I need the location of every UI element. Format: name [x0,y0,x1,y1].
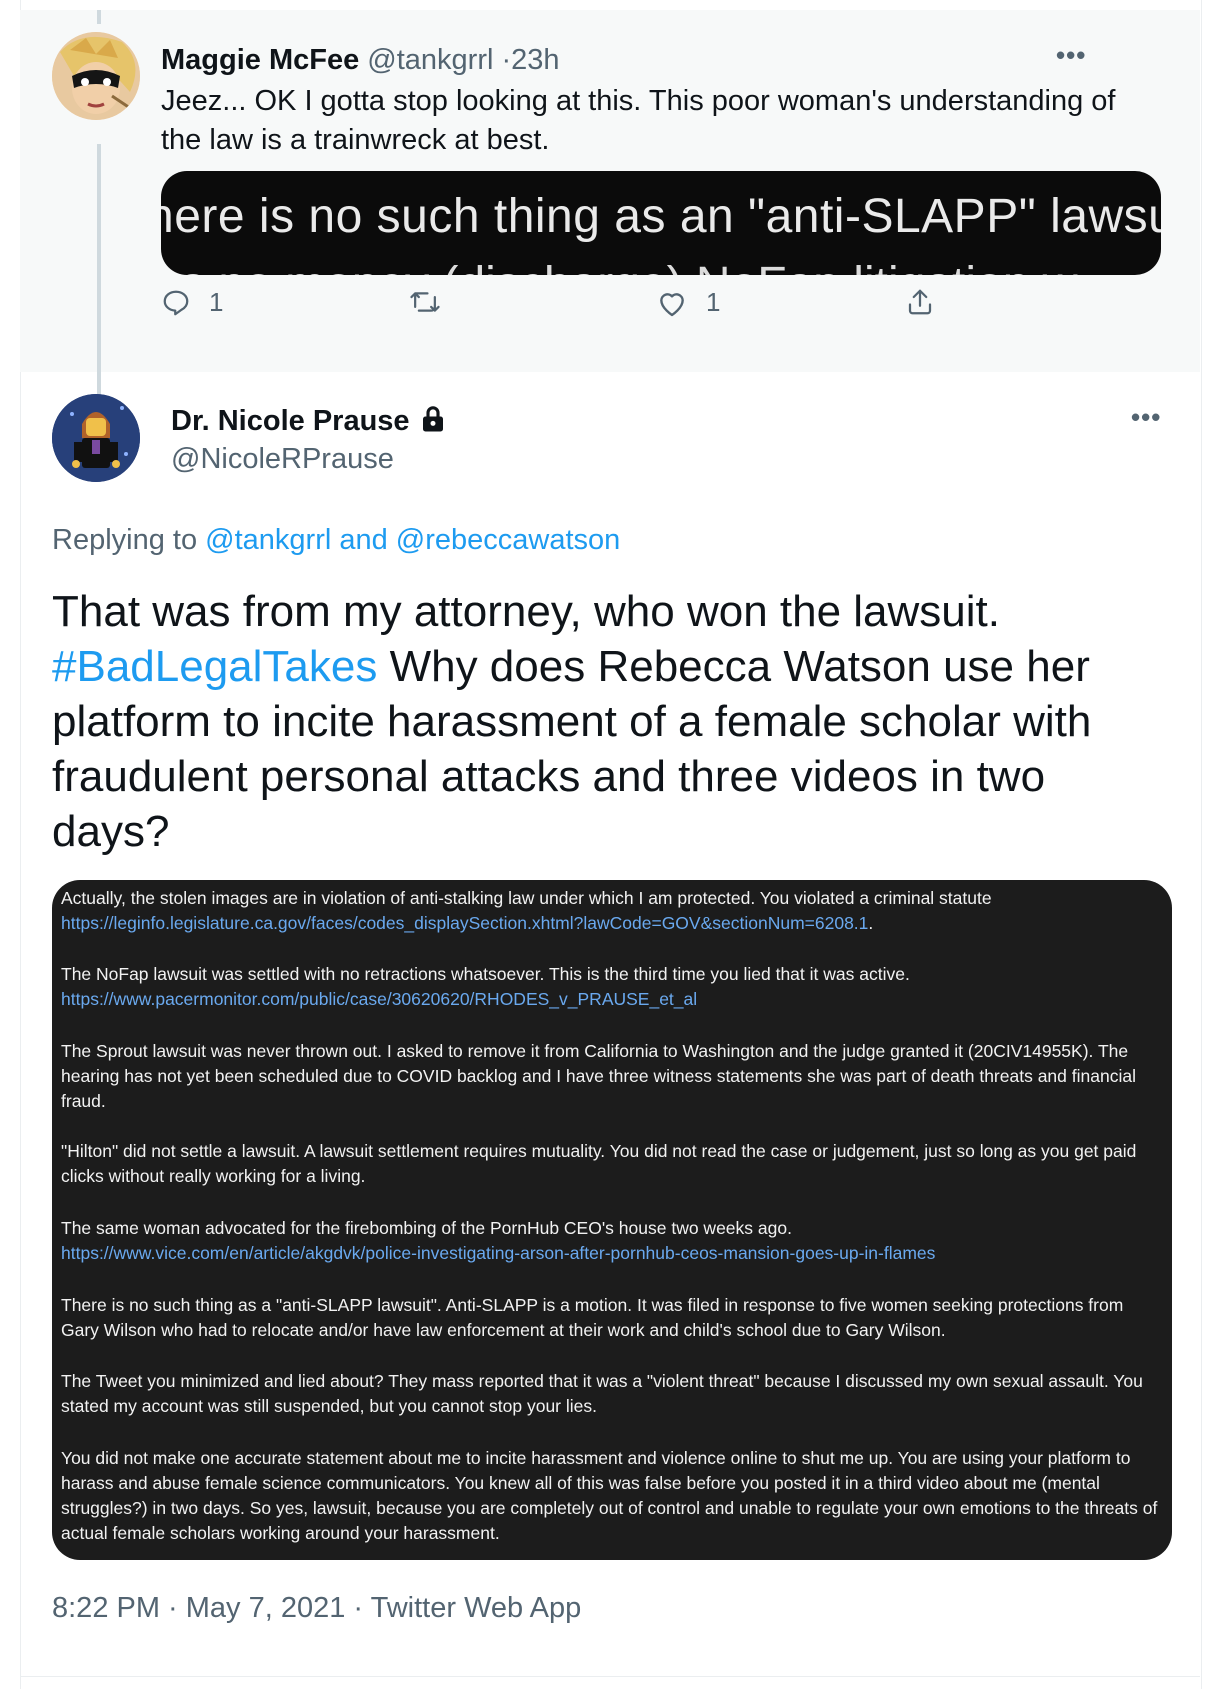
more-icon[interactable]: ••• [1056,40,1086,71]
tweet-text: Jeez... OK I gotta stop looking at this.… [161,85,1116,156]
image-text-cut: s no money (discharge) NoFap litigation … [181,257,1077,275]
tweet-text-part1: That was from my attorney, who won the l… [52,587,1000,636]
hashtag-badlegaltakes[interactable]: #BadLegalTakes [52,642,377,691]
lock-icon [422,406,443,432]
screenshot-paragraph-4: "Hilton" did not settle a lawsuit. A law… [61,1141,1137,1186]
p5-text: The same woman advocated for the firebom… [61,1218,792,1238]
screenshot-paragraph-7: The Tweet you minimized and lied about? … [61,1371,1143,1416]
p1-url[interactable]: https://leginfo.legislature.ca.gov/faces… [61,913,868,933]
retweet-button[interactable] [409,287,441,317]
reply-mention-tankgrrl[interactable]: @tankgrrl [205,524,331,556]
screenshot-paragraph-5: The same woman advocated for the firebom… [61,1216,1161,1266]
p1-end: . [868,913,874,933]
more-icon[interactable]: ••• [1131,402,1161,433]
author-line: Maggie McFee @tankgrrl ·23h [161,44,560,77]
author-line-2: Dr. Nicole Prause [171,404,448,438]
p2-url[interactable]: https://www.pacermonitor.com/public/case… [61,989,697,1009]
tweet-time[interactable]: 23h [511,44,559,76]
separator-dot: · [501,44,512,76]
attached-image[interactable]: here is no such thing as an "anti-SLAPP"… [161,171,1161,275]
replying-prefix: Replying to [52,524,206,556]
retweet-icon [410,292,440,312]
like-count: 1 [706,287,721,317]
p1-text: Actually, the stolen images are in viola… [61,888,992,908]
divider [20,1676,1200,1677]
thread-line-top [97,10,101,24]
screenshot-paragraph-3: The Sprout lawsuit was never thrown out.… [61,1041,1136,1111]
author-name[interactable]: Maggie McFee [161,44,359,76]
share-icon [908,289,932,315]
thread-line [97,144,101,394]
image-text-line: here is no such thing as an "anti-SLAPP"… [161,190,1161,243]
avatar-image [52,394,140,482]
parent-tweet[interactable]: Maggie McFee @tankgrrl ·23h ••• Jeez... … [20,10,1200,394]
action-bar: 1 1 [161,287,1041,327]
share-button[interactable] [905,287,935,317]
p5-url[interactable]: https://www.vice.com/en/article/akgdvk/p… [61,1243,935,1263]
replying-to: Replying to @tankgrrl and @rebeccawatson [52,524,620,557]
tweet-timestamp[interactable]: 8:22 PM · May 7, 2021 · Twitter Web App [52,1592,581,1625]
like-icon [660,292,684,316]
p2-text: The NoFap lawsuit was settled with no re… [61,964,910,984]
screenshot-paragraph-2: The NoFap lawsuit was settled with no re… [61,962,1161,1012]
tweet-text-main: That was from my attorney, who won the l… [52,584,1142,859]
reply-count: 1 [209,287,224,317]
author-handle[interactable]: @NicoleRPrause [171,443,394,476]
attached-screenshot[interactable]: Actually, the stolen images are in viola… [52,880,1172,1560]
avatar-image [52,32,140,120]
author-handle[interactable]: @tankgrrl [367,44,493,76]
avatar-nicole[interactable] [52,394,140,482]
reply-icon [163,290,189,315]
screenshot-paragraph-6: There is no such thing as a "anti-SLAPP … [61,1295,1124,1340]
screenshot-paragraph-1: Actually, the stolen images are in viola… [61,886,1161,936]
author-name[interactable]: Dr. Nicole Prause [171,405,410,437]
avatar-maggie[interactable] [52,32,140,120]
reply-mention-rebeccawatson[interactable]: @rebeccawatson [396,524,621,556]
reply-button[interactable]: 1 [161,287,223,318]
like-button[interactable]: 1 [656,287,720,318]
replying-and: and [331,524,396,556]
screenshot-paragraph-8: You did not make one accurate statement … [61,1448,1158,1543]
